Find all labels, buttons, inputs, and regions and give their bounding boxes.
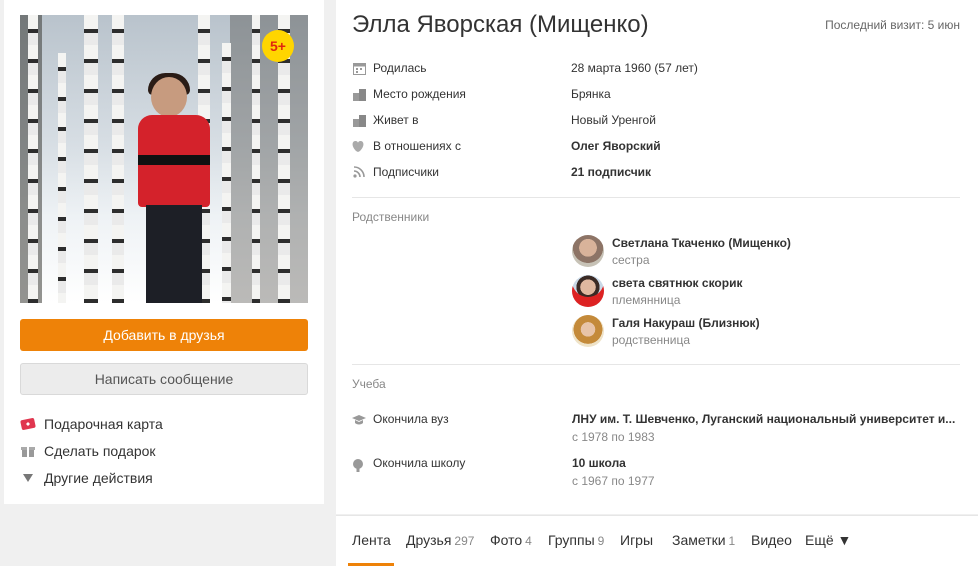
graduation-cap-icon: [352, 414, 366, 428]
education-label: Окончила школу: [373, 456, 466, 470]
info-label: Подписчики: [373, 165, 440, 179]
profile-tabs: Лента Друзья 297 Фото 4 Группы 9 Игры Замет…: [336, 515, 978, 566]
relative-role: племянница: [612, 292, 681, 307]
tab-more[interactable]: Ещё ▼: [805, 532, 851, 548]
avatar[interactable]: [572, 275, 604, 307]
photo-birch-tree: [84, 15, 98, 303]
add-friend-button[interactable]: Добавить в друзья: [20, 319, 308, 351]
photo-person-legs: [146, 205, 202, 303]
hearts-icon: [352, 139, 366, 153]
tab-count: 1: [728, 534, 736, 548]
calendar-icon: [352, 61, 366, 75]
photo-birch-tree: [58, 53, 66, 303]
education-row-school: Окончила школу 10 школа с 1967 по 1977: [352, 456, 962, 492]
info-row-relationship: В отношениях с Олег Яворский: [352, 136, 962, 156]
info-value[interactable]: Брянка: [571, 87, 611, 101]
left-actions-list: Подарочная карта Сделать подарок Другие …: [20, 410, 163, 491]
education-row-university: Окончила вуз ЛНУ им. Т. Шевченко, Луганс…: [352, 412, 962, 448]
info-value[interactable]: Новый Уренгой: [571, 113, 656, 127]
photo-birch-tree: [222, 43, 231, 303]
info-row-birthplace: Место рождения Брянка: [352, 84, 962, 104]
other-actions-link[interactable]: Другие действия: [20, 464, 163, 491]
profile-main: Элла Яворская (Мищенко) Последний визит:…: [336, 0, 978, 514]
write-message-button[interactable]: Написать сообщение: [20, 363, 308, 395]
tab-count: 297: [454, 534, 475, 548]
relatives-title: Родственники: [352, 210, 430, 224]
tab-label: Фото: [490, 532, 523, 548]
gift-icon: [20, 443, 36, 459]
relative-role: родственница: [612, 332, 690, 347]
tab-games[interactable]: Игры: [620, 532, 653, 548]
info-label: Родилась: [373, 61, 427, 75]
photo-birch-tree: [112, 15, 124, 303]
profile-sidebar: 5+ Добавить в друзья Написать сообщение …: [4, 0, 324, 504]
tab-label: Видео: [751, 532, 792, 548]
other-actions-label: Другие действия: [44, 469, 153, 486]
gift-card-label: Подарочная карта: [44, 415, 163, 432]
relative-item[interactable]: света святнюк скорик племянница: [572, 275, 742, 307]
relative-name[interactable]: Светлана Ткаченко (Мищенко): [612, 236, 791, 250]
tab-video[interactable]: Видео: [751, 532, 792, 548]
avatar[interactable]: [572, 235, 604, 267]
divider: [352, 364, 960, 365]
education-years: с 1978 по 1983: [572, 430, 655, 444]
photo-count-badge[interactable]: 5+: [262, 30, 294, 62]
profile-name: Элла Яворская (Мищенко): [352, 11, 649, 38]
profile-photo[interactable]: 5+: [20, 15, 308, 303]
tab-groups[interactable]: Группы 9: [548, 532, 604, 548]
triangle-down-icon: [20, 470, 36, 486]
gift-card-link[interactable]: Подарочная карта: [20, 410, 163, 437]
last-visit: Последний визит: 5 июн: [825, 18, 960, 32]
tab-photos[interactable]: Фото 4: [490, 532, 532, 548]
tab-label: Друзья: [406, 532, 452, 548]
photo-person-stripe: [138, 155, 210, 165]
photo-birch-tree: [28, 15, 38, 303]
tab-notes[interactable]: Заметки 1: [672, 532, 735, 548]
tab-label: Ещё ▼: [805, 532, 852, 548]
education-title: Учеба: [352, 377, 386, 391]
relative-item[interactable]: Галя Накураш (Близнюк) родственница: [572, 315, 760, 347]
tab-feed[interactable]: Лента: [352, 532, 391, 548]
tab-count: 4: [525, 534, 532, 548]
partner-link[interactable]: Олег Яворский: [571, 139, 661, 153]
relative-name[interactable]: света святнюк скорик: [612, 276, 742, 290]
info-label: Живет в: [373, 113, 419, 127]
gift-card-icon: [20, 416, 36, 432]
info-label: Место рождения: [373, 87, 466, 101]
avatar[interactable]: [572, 315, 604, 347]
info-row-residence: Живет в Новый Уренгой: [352, 110, 962, 130]
photo-birch-tree: [252, 15, 260, 303]
info-label: В отношениях с: [373, 139, 462, 153]
subscribers-link[interactable]: 21 подписчик: [571, 165, 651, 179]
tab-label: Группы: [548, 532, 595, 548]
photo-person-head: [151, 77, 187, 117]
education-label: Окончила вуз: [373, 412, 449, 426]
info-row-birth: Родилась 28 марта 1960 (57 лет): [352, 58, 962, 78]
rss-icon: [352, 165, 366, 179]
info-value: 28 марта 1960 (57 лет): [571, 61, 698, 75]
relative-item[interactable]: Светлана Ткаченко (Мищенко) сестра: [572, 235, 791, 267]
divider: [352, 197, 960, 198]
tab-friends[interactable]: Друзья 297: [406, 532, 474, 548]
tab-label: Заметки: [672, 532, 726, 548]
tab-count: 9: [597, 534, 605, 548]
university-link[interactable]: ЛНУ им. Т. Шевченко, Луганский националь…: [572, 412, 962, 426]
school-bell-icon: [352, 458, 366, 472]
tab-label: Игры: [620, 532, 654, 548]
building-icon: [352, 87, 366, 101]
relative-role: сестра: [612, 252, 650, 267]
make-gift-label: Сделать подарок: [44, 442, 156, 459]
education-years: с 1967 по 1977: [572, 474, 655, 488]
building-icon: [352, 113, 366, 127]
relative-name[interactable]: Галя Накураш (Близнюк): [612, 316, 760, 330]
info-row-subscribers: Подписчики 21 подписчик: [352, 162, 962, 182]
make-gift-link[interactable]: Сделать подарок: [20, 437, 163, 464]
tab-label: Лента: [352, 532, 391, 548]
school-link[interactable]: 10 школа: [572, 456, 962, 470]
